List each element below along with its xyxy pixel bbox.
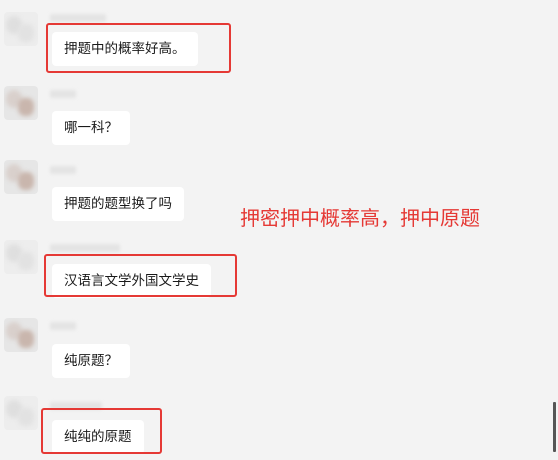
avatar[interactable] [4, 318, 38, 352]
sender-name [50, 166, 76, 174]
annotation-text: 押密押中概率高，押中原题 [240, 206, 480, 230]
message-text: 纯原题？ [64, 353, 118, 369]
sender-name [50, 322, 76, 330]
message-text: 哪一科？ [64, 120, 118, 136]
avatar[interactable] [4, 160, 38, 194]
message-text: 汉语言文学外国文学史 [64, 273, 199, 289]
chat-thread[interactable]: 押题中的概率好高。 哪一科？ 押题的题型换了吗 押密押中概率高，押中原题 汉语言… [0, 0, 558, 460]
sender-name [50, 90, 76, 98]
message-bubble[interactable]: 纯纯的原题 [52, 420, 144, 454]
message-bubble[interactable]: 汉语言文学外国文学史 [52, 264, 211, 298]
avatar[interactable] [4, 86, 38, 120]
avatar[interactable] [4, 12, 38, 46]
avatar[interactable] [4, 240, 38, 274]
message-text: 押题中的概率好高。 [64, 41, 186, 57]
message-bubble[interactable]: 哪一科？ [52, 111, 130, 145]
message-bubble[interactable]: 纯原题？ [52, 344, 130, 378]
avatar[interactable] [4, 396, 38, 430]
scrollbar[interactable] [553, 402, 556, 452]
message-bubble[interactable]: 押题的题型换了吗 [52, 187, 184, 221]
message-text: 纯纯的原题 [64, 429, 132, 445]
sender-name [50, 402, 102, 410]
sender-name [50, 14, 106, 22]
message-bubble[interactable]: 押题中的概率好高。 [52, 32, 198, 66]
sender-name [50, 244, 120, 252]
message-text: 押题的题型换了吗 [64, 196, 172, 212]
